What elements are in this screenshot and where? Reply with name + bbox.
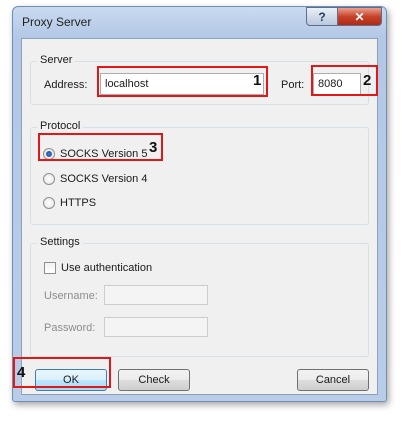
socks4-radio-button[interactable] xyxy=(43,173,55,185)
highlight-address xyxy=(97,66,268,97)
highlight-socks5 xyxy=(38,133,163,161)
marker-4: 4 xyxy=(17,364,26,381)
username-input[interactable] xyxy=(104,285,208,305)
socks4-label: SOCKS Version 4 xyxy=(60,173,148,185)
server-legend: Server xyxy=(37,54,76,66)
https-label: HTTPS xyxy=(60,197,97,209)
password-input[interactable] xyxy=(104,317,208,337)
marker-3: 3 xyxy=(149,139,158,156)
close-button[interactable]: ✕ xyxy=(337,7,382,26)
highlight-ok xyxy=(13,357,111,388)
password-label: Password: xyxy=(44,322,96,334)
marker-2: 2 xyxy=(363,72,372,89)
window-title: Proxy Server xyxy=(22,15,92,29)
settings-legend: Settings xyxy=(37,236,83,248)
help-icon: ? xyxy=(318,9,326,24)
check-button[interactable]: Check xyxy=(118,369,190,391)
use-authentication-option[interactable]: Use authentication xyxy=(44,262,152,274)
radio-https[interactable]: HTTPS xyxy=(43,197,96,209)
marker-1: 1 xyxy=(253,72,262,89)
radio-socks4[interactable]: SOCKS Version 4 xyxy=(43,173,147,185)
cancel-button[interactable]: Cancel xyxy=(297,369,369,391)
protocol-legend: Protocol xyxy=(37,120,84,132)
use-authentication-label: Use authentication xyxy=(61,262,153,274)
close-icon: ✕ xyxy=(354,9,365,24)
port-label: Port: xyxy=(281,79,305,91)
address-label: Address: xyxy=(44,79,88,91)
use-authentication-checkbox[interactable] xyxy=(44,262,56,274)
username-label: Username: xyxy=(44,290,98,302)
help-button[interactable]: ? xyxy=(306,7,338,26)
https-radio-button[interactable] xyxy=(43,197,55,209)
